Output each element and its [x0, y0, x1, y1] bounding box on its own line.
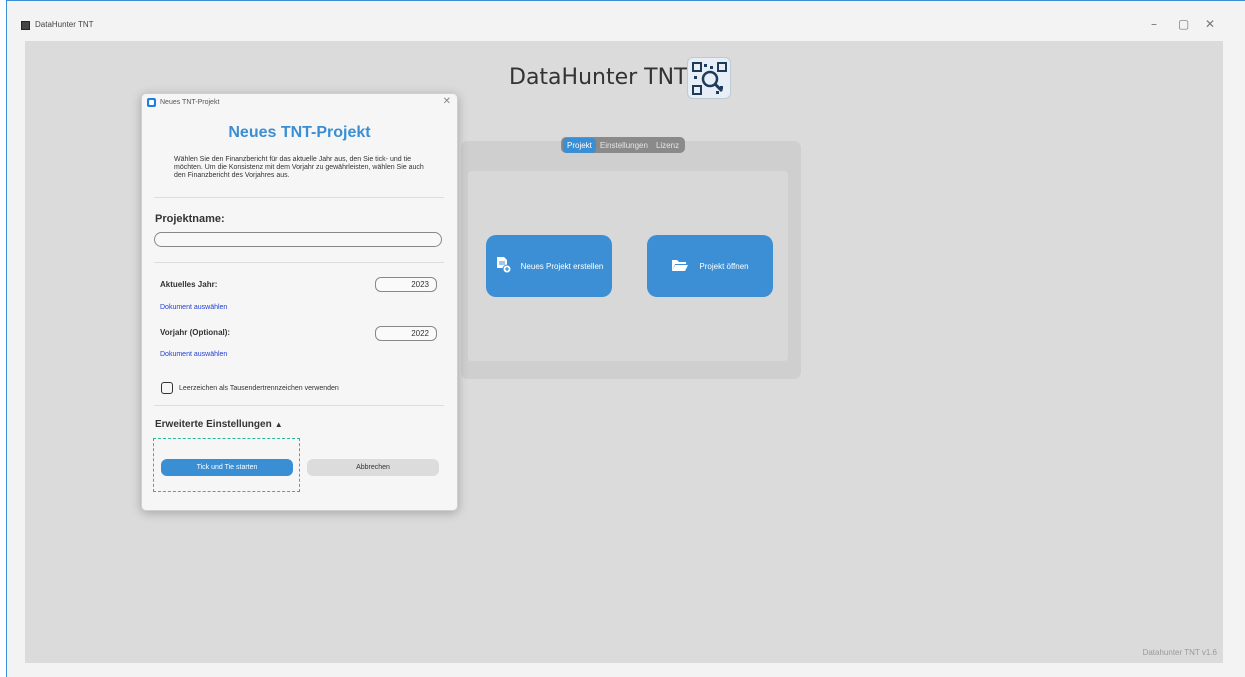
dialog-close-icon[interactable]: ✕ [443, 96, 451, 107]
previous-year-select-document-link[interactable]: Dokument auswählen [160, 351, 227, 358]
current-year-input[interactable]: 2023 [375, 277, 437, 292]
tab-einstellungen[interactable]: Einstellungen [596, 138, 652, 153]
advanced-settings-toggle[interactable]: Erweiterte Einstellungen ▲ [155, 419, 283, 430]
new-project-dialog: Neues TNT-Projekt ✕ Neues TNT-Projekt Wä… [141, 93, 458, 511]
close-button[interactable]: ✕ [1205, 17, 1215, 31]
dialog-description: Wählen Sie den Finanzbericht für das akt… [174, 156, 424, 179]
thousands-separator-label: Leerzeichen als Tausendertrennzeichen ve… [179, 385, 339, 392]
new-project-label: Neues Projekt erstellen [520, 261, 604, 271]
minimize-button[interactable]: – [1151, 17, 1157, 31]
maximize-button[interactable]: ▢ [1178, 17, 1189, 31]
advanced-settings-label: Erweiterte Einstellungen [155, 419, 272, 430]
app-icon [21, 21, 30, 30]
dialog-heading: Neues TNT-Projekt [228, 124, 371, 141]
tab-lizenz[interactable]: Lizenz [652, 138, 683, 153]
project-name-input[interactable] [154, 232, 442, 247]
app-heading: DataHunter TNT [509, 65, 688, 90]
open-project-button[interactable]: Projekt öffnen [647, 235, 773, 297]
dialog-window-title: Neues TNT-Projekt [160, 99, 220, 106]
open-project-label: Projekt öffnen [699, 261, 749, 271]
divider [154, 405, 444, 406]
current-year-label: Aktuelles Jahr: [160, 280, 218, 289]
current-year-select-document-link[interactable]: Dokument auswählen [160, 304, 227, 311]
project-name-label: Projektname: [155, 213, 225, 225]
app-logo [687, 57, 731, 99]
folder-open-icon [671, 258, 689, 274]
tab-bar: Projekt Einstellungen Lizenz [561, 137, 686, 153]
tab-projekt[interactable]: Projekt [563, 137, 596, 153]
window-title: DataHunter TNT [35, 20, 94, 29]
previous-year-label: Vorjahr (Optional): [160, 328, 231, 337]
version-label: Datahunter TNT v1.6 [1142, 648, 1217, 657]
title-bar: DataHunter TNT – ▢ ✕ [7, 1, 1245, 35]
previous-year-input[interactable]: 2022 [375, 326, 437, 341]
triangle-up-icon: ▲ [274, 420, 283, 429]
start-tick-and-tie-button[interactable]: Tick und Tie starten [161, 459, 293, 476]
thousands-separator-checkbox[interactable] [161, 382, 173, 394]
cancel-button[interactable]: Abbrechen [307, 459, 439, 476]
qr-magnifier-icon [692, 62, 727, 95]
new-document-icon [495, 256, 512, 276]
dialog-app-icon [147, 98, 156, 107]
dialog-title-bar: Neues TNT-Projekt ✕ [142, 94, 457, 112]
new-project-button[interactable]: Neues Projekt erstellen [486, 235, 612, 297]
divider [154, 197, 444, 198]
divider [154, 262, 444, 263]
